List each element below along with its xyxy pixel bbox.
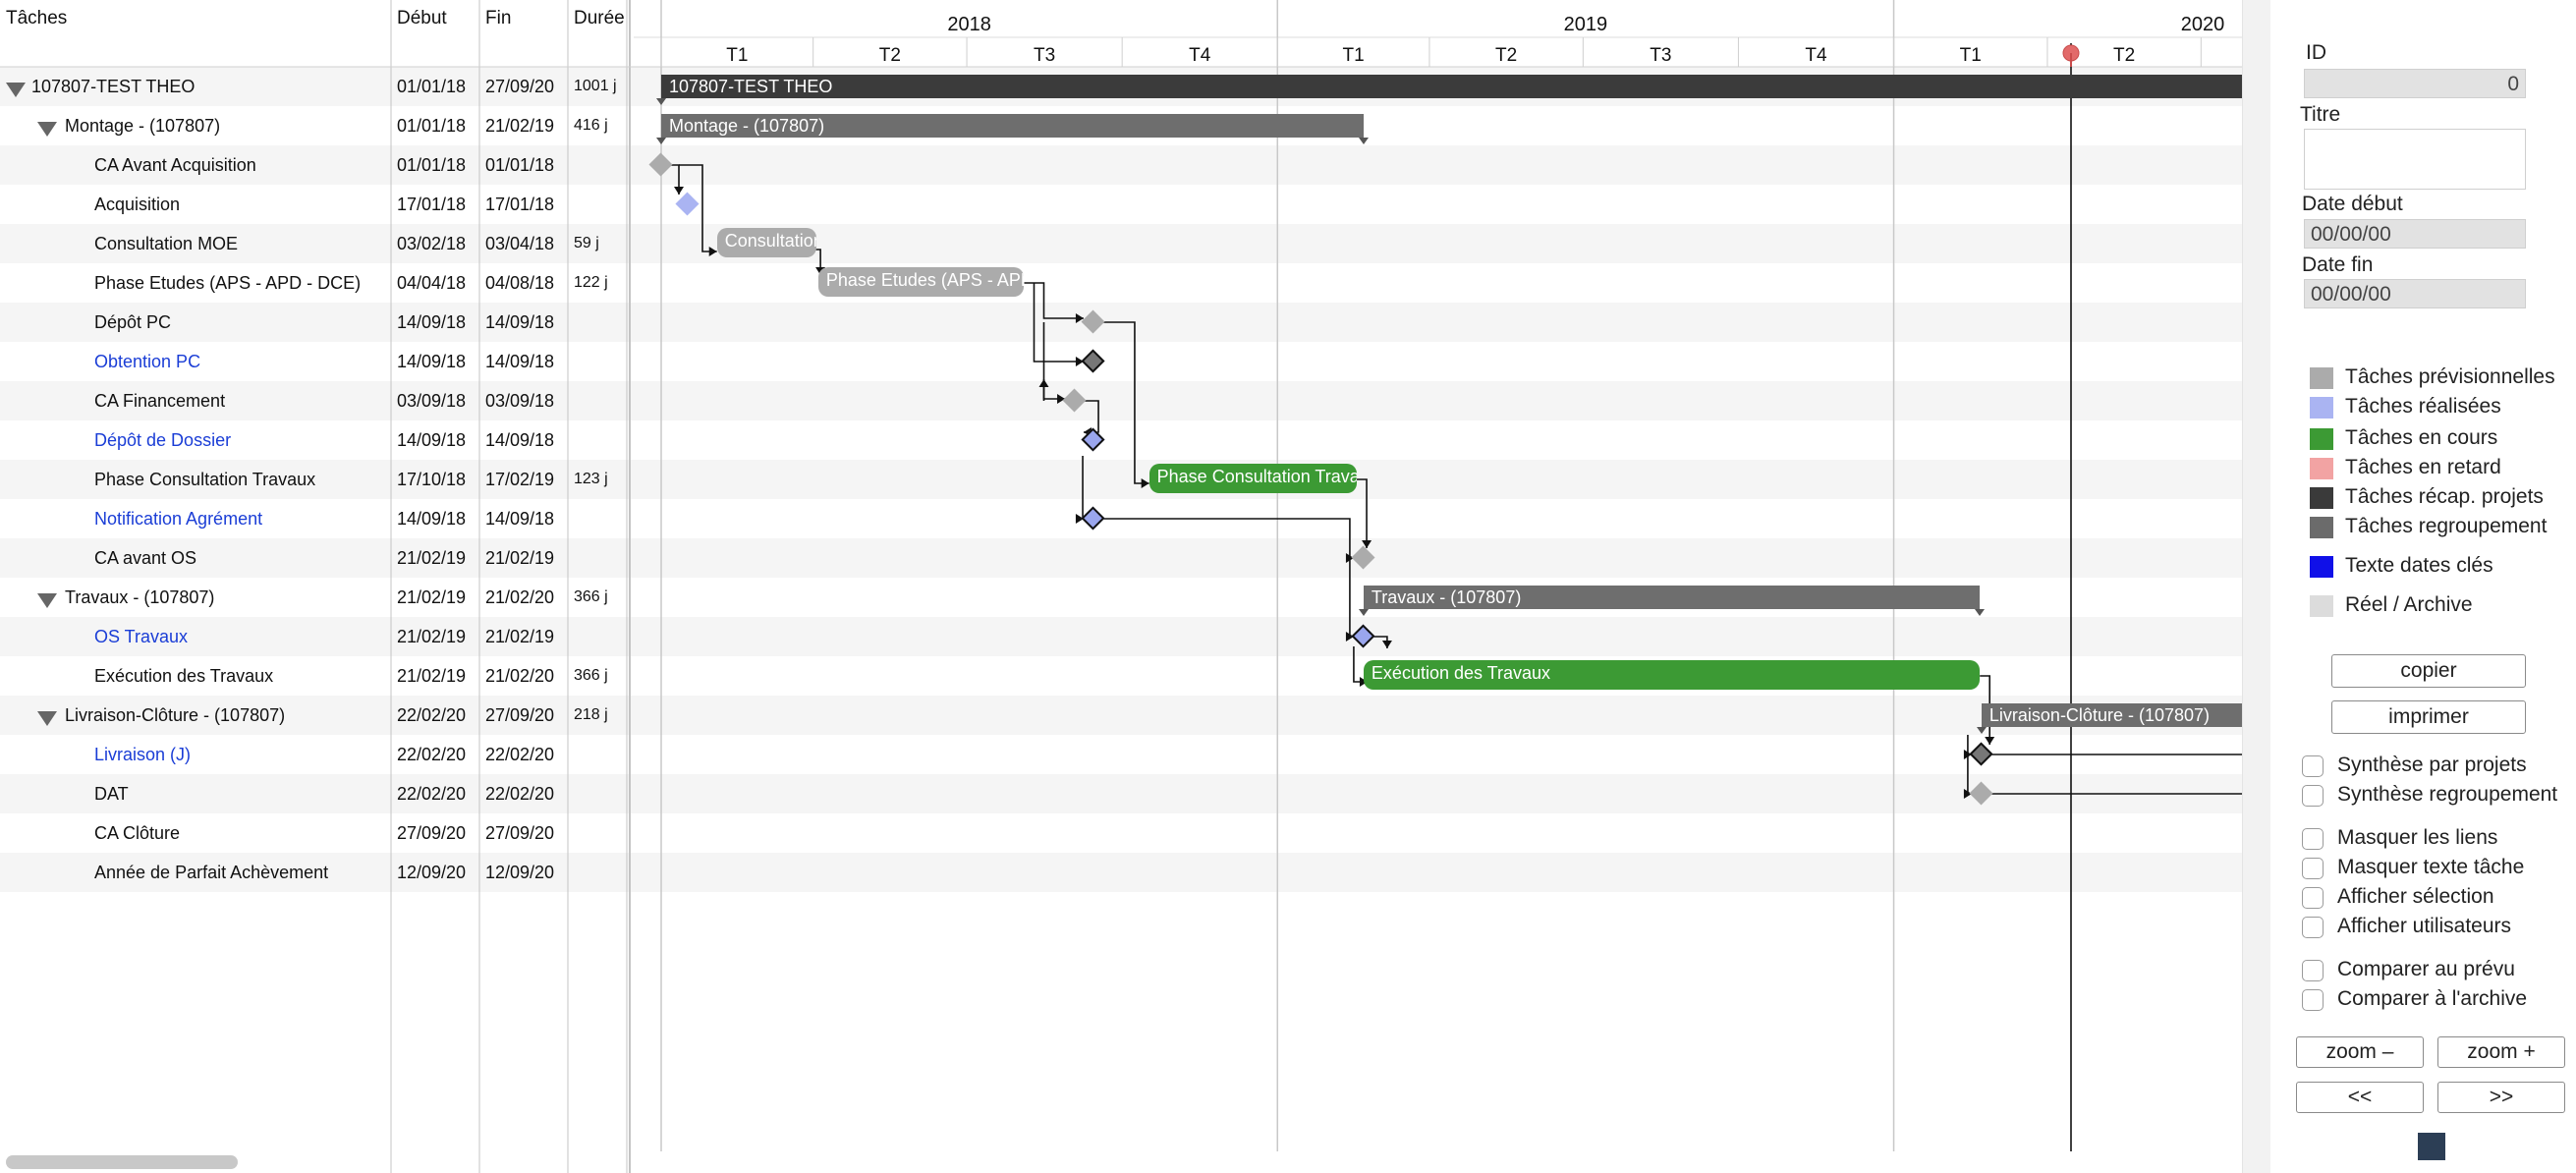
quarter-label: T2: [879, 45, 901, 66]
option-label: Masquer les liens: [2337, 826, 2498, 849]
legend-label: Réel / Archive: [2345, 593, 2473, 616]
legend-swatch: [2310, 397, 2333, 419]
link-arrowhead: [674, 187, 684, 195]
next-button[interactable]: >>: [2437, 1082, 2565, 1113]
id-field[interactable]: 0: [2304, 69, 2526, 98]
quarter-label: T3: [1650, 45, 1671, 66]
gantt-bar-grouping[interactable]: Montage - (107807): [661, 114, 1364, 138]
horizontal-scrollbar[interactable]: [6, 1155, 238, 1169]
legend-label: Tâches prévisionnelles: [2345, 365, 2555, 388]
link-arrowhead: [1038, 379, 1049, 387]
bar-end-marker: [1975, 609, 1986, 616]
legend-label: Tâches regroupement: [2345, 515, 2548, 537]
quarter-label: T1: [726, 45, 748, 66]
legend-label: Tâches en cours: [2345, 426, 2498, 449]
dependency-link: [1967, 754, 1972, 795]
legend-swatch: [2310, 458, 2333, 479]
previous-button[interactable]: <<: [2296, 1082, 2424, 1113]
gantt-bar-in_progress[interactable]: Phase Consultation Travaux: [1148, 464, 1358, 493]
option-checkbox[interactable]: [2302, 828, 2324, 850]
start-date-label: Date début: [2302, 193, 2403, 215]
year-label: 2018: [947, 14, 991, 35]
start-date-field[interactable]: 00/00/00: [2304, 219, 2526, 249]
option-checkbox[interactable]: [2302, 960, 2324, 981]
legend-label: Tâches récap. projets: [2345, 485, 2544, 508]
right-panel: ID 0 Titre Date début 00/00/00 Date fin …: [2242, 0, 2576, 1173]
dependency-link: [1101, 518, 1354, 559]
option-checkbox[interactable]: [2302, 917, 2324, 938]
option-checkbox[interactable]: [2302, 989, 2324, 1011]
copy-button[interactable]: copier: [2331, 654, 2526, 688]
option-label: Afficher utilisateurs: [2337, 915, 2512, 937]
end-date-field[interactable]: 00/00/00: [2304, 279, 2526, 308]
legend-swatch: [2310, 595, 2333, 617]
legend-label: Texte dates clés: [2345, 554, 2493, 577]
option-label: Synthèse par projets: [2337, 754, 2527, 776]
legend-swatch: [2310, 556, 2333, 578]
dependency-link: [1024, 282, 1084, 319]
link-arrowhead: [708, 247, 717, 256]
link-arrowhead: [1141, 478, 1149, 488]
dependency-link: [1357, 478, 1368, 548]
gantt-bar-grouping[interactable]: Travaux - (107807): [1363, 586, 1981, 609]
quarter-label: T4: [1189, 45, 1211, 66]
link-arrowhead: [1381, 641, 1392, 648]
dependency-link: [1042, 322, 1066, 400]
legend-swatch: [2310, 367, 2333, 389]
quarter-label: T3: [1034, 45, 1055, 66]
zoom-out-button[interactable]: zoom –: [2296, 1036, 2424, 1068]
option-checkbox[interactable]: [2302, 887, 2324, 909]
option-label: Synthèse regroupement: [2337, 783, 2558, 806]
dependency-link: [1082, 456, 1084, 520]
gantt-bar-planned[interactable]: Phase Etudes (APS - APD - DCE): [817, 267, 1025, 297]
resize-square-icon[interactable]: [2418, 1133, 2445, 1160]
legend-swatch: [2310, 428, 2333, 450]
end-date-label: Date fin: [2302, 253, 2374, 276]
id-label: ID: [2306, 41, 2326, 64]
title-label: Titre: [2300, 103, 2341, 126]
dependency-link: [1349, 558, 1354, 638]
dependency-link: [1083, 400, 1099, 433]
legend-swatch: [2310, 487, 2333, 509]
dependency-link: [1101, 321, 1149, 484]
bar-end-marker: [656, 138, 666, 144]
quarter-label: T2: [2113, 45, 2135, 66]
legend-label: Tâches en retard: [2345, 456, 2501, 478]
bar-end-marker: [656, 98, 666, 105]
quarter-label: T1: [1343, 45, 1365, 66]
zoom-in-button[interactable]: zoom +: [2437, 1036, 2565, 1068]
quarter-label: T1: [1960, 45, 1982, 66]
gantt-chart: 201820192020T1T2T3T4T1T2T3T4T1T2T3: [0, 0, 2357, 1173]
legend-label: Tâches réalisées: [2345, 395, 2501, 418]
gantt-app: Tâches Début Fin Durée 107807-TEST THEO 01/0…: [0, 0, 2576, 1173]
year-label: 2019: [1564, 14, 1608, 35]
option-checkbox[interactable]: [2302, 755, 2324, 777]
bar-end-marker: [1976, 727, 1987, 734]
title-field[interactable]: [2304, 129, 2526, 190]
option-label: Comparer au prévu: [2337, 958, 2515, 980]
option-label: Afficher sélection: [2337, 885, 2494, 908]
legend-swatch: [2310, 517, 2333, 538]
year-label: 2020: [2181, 14, 2225, 35]
print-button[interactable]: imprimer: [2331, 700, 2526, 734]
quarter-label: T2: [1495, 45, 1517, 66]
option-label: Masquer texte tâche: [2337, 856, 2525, 878]
link-arrowhead: [1985, 737, 1995, 745]
bar-end-marker: [1358, 609, 1369, 616]
gantt-bar-summary[interactable]: 107807-TEST THEO: [661, 75, 2350, 98]
option-checkbox[interactable]: [2302, 858, 2324, 879]
option-checkbox[interactable]: [2302, 785, 2324, 807]
panel-gutter: [2243, 0, 2270, 1173]
bar-end-marker: [1358, 138, 1369, 144]
quarter-label: T4: [1805, 45, 1827, 66]
gantt-bar-in_progress[interactable]: Exécution des Travaux: [1363, 660, 1981, 690]
gantt-bar-planned[interactable]: Consultation MOE: [716, 228, 817, 257]
option-label: Comparer à l'archive: [2337, 987, 2528, 1010]
